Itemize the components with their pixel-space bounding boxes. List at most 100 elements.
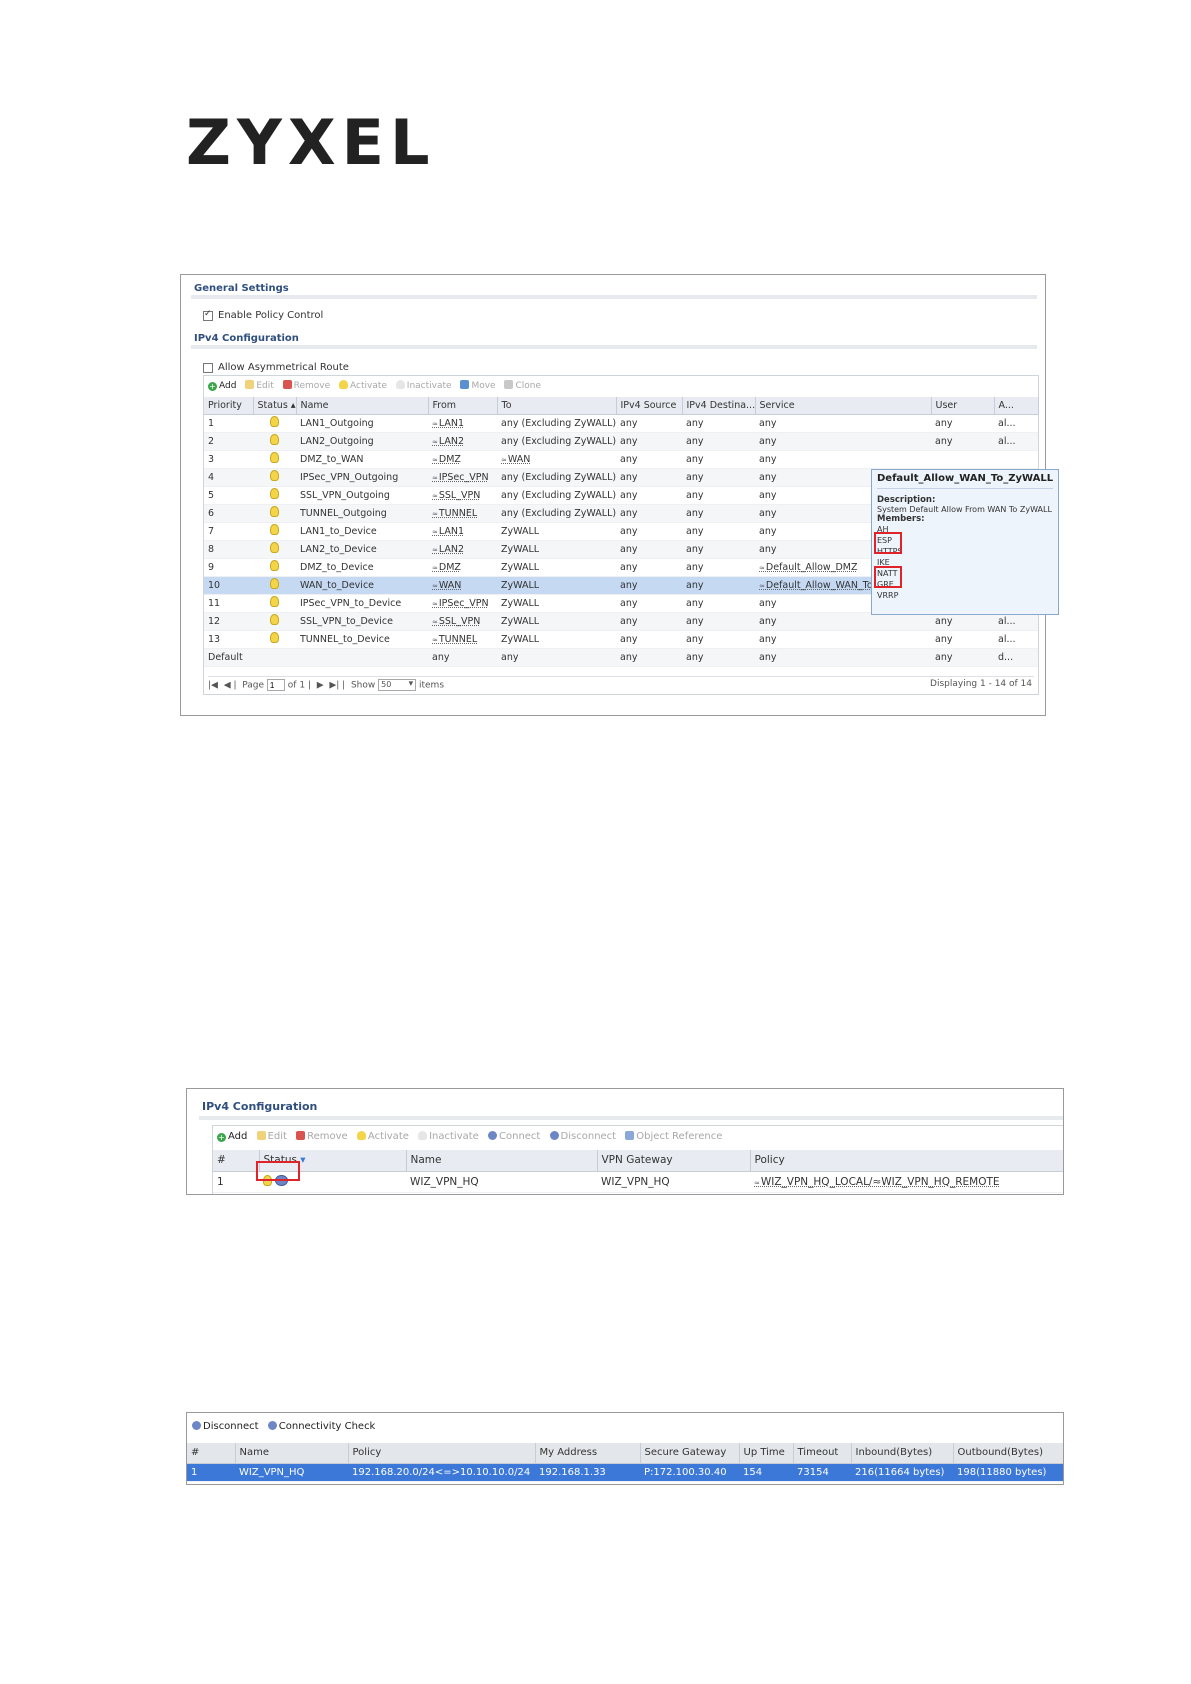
policy-from-object-link[interactable]: WAN [432, 580, 461, 591]
policy-from-object-link[interactable]: TUNNEL [432, 508, 477, 519]
bulb-on-icon[interactable] [270, 470, 279, 481]
bulb-on-icon[interactable] [270, 434, 279, 445]
add-button[interactable]: + Add [208, 381, 236, 391]
first-page-icon[interactable]: |◀ [208, 681, 218, 691]
sa-monitor-panel: Disconnect Connectivity Check # Name Pol… [186, 1412, 1064, 1485]
bulb-on-icon[interactable] [270, 560, 279, 571]
sa-col-num[interactable]: # [187, 1443, 236, 1464]
vpn-object-reference-button[interactable]: Object Reference [625, 1131, 722, 1142]
enable-policy-checkbox[interactable] [203, 309, 213, 321]
policy-row[interactable]: 1 LAN1_Outgoing LAN1 any (Excluding ZyWALL)… [204, 414, 1038, 433]
col-ipv4-source[interactable]: IPv4 Source [616, 397, 683, 415]
sa-row[interactable]: 1 WIZ_VPN_HQ 192.168.20.0/24<=>10.10.10.… [187, 1463, 1063, 1482]
col-ipv4-destination[interactable]: IPv4 Destina... [682, 397, 756, 415]
policy-from-object-link[interactable]: IPSec_VPN [432, 598, 489, 609]
vpn-connect-button[interactable]: Connect [488, 1131, 540, 1142]
policy-from-object-link[interactable]: SSL_VPN [432, 490, 480, 501]
col-to[interactable]: To [497, 397, 617, 415]
policy-row[interactable]: 13TUNNEL_to_DeviceTUNNELZyWALLanyanyanya… [204, 630, 1038, 649]
policy-service-object-link[interactable]: Default_Allow_DMZ [759, 562, 857, 573]
prev-page-icon[interactable]: ◀ [224, 681, 231, 691]
col-a[interactable]: A... [994, 397, 1039, 415]
bulb-on-icon[interactable] [270, 524, 279, 535]
policy-user [931, 450, 994, 469]
policy-ipv4-destination: any [682, 468, 755, 487]
clone-button[interactable]: Clone [504, 380, 541, 391]
policy-from-object-link[interactable]: LAN1 [432, 418, 464, 429]
vpn-disconnect-button[interactable]: Disconnect [549, 1131, 616, 1142]
policy-from-object-link[interactable]: TUNNEL [432, 634, 477, 645]
sa-col-timeout[interactable]: Timeout [793, 1443, 852, 1464]
sa-connectivity-check-button[interactable]: Connectivity Check [267, 1421, 375, 1432]
policy-from: IPSec_VPN [428, 468, 497, 487]
bulb-on-icon[interactable] [270, 632, 279, 643]
vpn-col-gateway[interactable]: VPN Gateway [597, 1150, 751, 1172]
bulb-on-icon[interactable] [270, 416, 279, 427]
page-input[interactable] [266, 679, 285, 691]
sa-col-inbound[interactable]: Inbound(Bytes) [851, 1443, 954, 1464]
vpn-row[interactable]: 1 WIZ_VPN_HQ WIZ_VPN_HQ WIZ_VPN_HQ_LOCAL… [213, 1171, 1063, 1193]
policy-to-object-link[interactable]: WAN [501, 454, 530, 465]
bulb-on-icon[interactable] [270, 596, 279, 607]
vpn-row-policy[interactable]: WIZ_VPN_HQ_LOCAL/≈WIZ_VPN_HQ_REMOTE [750, 1171, 1063, 1193]
policy-from-object-link[interactable]: IPSec_VPN [432, 472, 489, 483]
policy-ipv4-source: any [616, 594, 682, 613]
col-priority[interactable]: Priority [204, 397, 254, 415]
sa-col-name[interactable]: Name [235, 1443, 349, 1464]
next-page-icon[interactable]: ▶ [317, 681, 324, 691]
tooltip-members: AH ESP HTTPS IKE NATT GRE VRRP [877, 524, 1053, 601]
col-from[interactable]: From [428, 397, 498, 415]
bulb-on-icon[interactable] [270, 578, 279, 589]
policy-name: LAN1_Outgoing [296, 414, 428, 433]
vpn-remove-button[interactable]: Remove [296, 1131, 348, 1142]
tooltip-member: VRRP [877, 591, 899, 600]
last-page-icon[interactable]: ▶| [329, 681, 339, 691]
policy-priority: 1 [204, 414, 253, 433]
policy-status [253, 558, 296, 577]
bulb-on-icon[interactable] [270, 542, 279, 553]
policy-from-object-link[interactable]: LAN2 [432, 436, 464, 447]
bulb-on-icon[interactable] [270, 488, 279, 499]
policy-from-object-link[interactable]: DMZ [432, 562, 461, 573]
disconnect-icon [549, 1131, 559, 1140]
vpn-inactivate-button[interactable]: Inactivate [418, 1131, 479, 1142]
page-size-select[interactable]: 50 [378, 679, 417, 691]
edit-button[interactable]: Edit [245, 380, 274, 391]
tooltip-member: AH [877, 525, 889, 534]
sa-col-secure-gateway[interactable]: Secure Gateway [640, 1443, 740, 1464]
policy-row[interactable]: Default any any any any any any d... [204, 648, 1038, 667]
move-button[interactable]: Move [460, 380, 496, 391]
policy-from-object-link[interactable]: LAN2 [432, 544, 464, 555]
items-label: items [418, 680, 445, 691]
sa-col-up-time[interactable]: Up Time [739, 1443, 794, 1464]
tooltip-member: IKE [877, 558, 890, 567]
policy-from: LAN2 [428, 540, 497, 559]
policy-to: ZyWALL [497, 540, 616, 559]
vpn-add-button[interactable]: + Add [217, 1131, 247, 1142]
sa-col-policy[interactable]: Policy [348, 1443, 536, 1464]
activate-button[interactable]: Activate [339, 380, 387, 391]
sa-disconnect-button[interactable]: Disconnect [192, 1421, 259, 1432]
sa-col-my-address[interactable]: My Address [535, 1443, 641, 1464]
sa-col-outbound[interactable]: Outbound(Bytes) [953, 1443, 1063, 1464]
vpn-col-policy[interactable]: Policy [750, 1150, 1063, 1172]
inactivate-button[interactable]: Inactivate [395, 380, 452, 391]
bulb-on-icon[interactable] [270, 506, 279, 517]
remove-button[interactable]: Remove [282, 380, 330, 391]
policy-from-object-link[interactable]: LAN1 [432, 526, 464, 537]
bulb-on-icon[interactable] [270, 614, 279, 625]
vpn-edit-button[interactable]: Edit [256, 1131, 287, 1142]
col-status[interactable]: Status ▴ [253, 397, 297, 415]
col-name[interactable]: Name [296, 397, 429, 415]
policy-from-object-link[interactable]: DMZ [432, 454, 461, 465]
vpn-col-name[interactable]: Name [406, 1150, 598, 1172]
policy-row[interactable]: 3DMZ_to_WANDMZWANanyanyany [204, 450, 1038, 469]
bulb-on-icon[interactable] [270, 452, 279, 463]
asym-route-checkbox[interactable] [203, 362, 213, 373]
vpn-activate-button[interactable]: Activate [356, 1131, 409, 1142]
policy-row[interactable]: 2 LAN2_Outgoing LAN2 any (Excluding ZyWALL)… [204, 432, 1038, 451]
col-user[interactable]: User [931, 397, 995, 415]
vpn-col-num[interactable]: # [213, 1150, 260, 1172]
col-service[interactable]: Service [755, 397, 932, 415]
policy-from-object-link[interactable]: SSL_VPN [432, 616, 480, 627]
